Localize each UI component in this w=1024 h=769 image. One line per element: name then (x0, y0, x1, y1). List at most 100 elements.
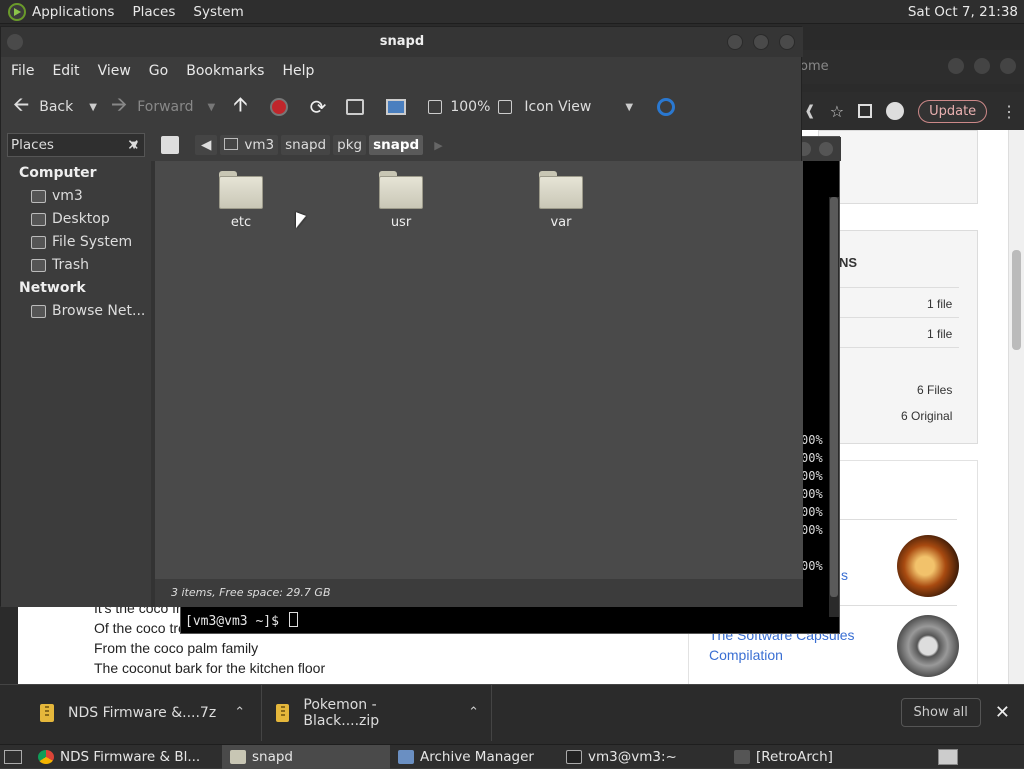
mouse-pointer-icon (296, 212, 306, 232)
progress-text: 00% (801, 433, 823, 447)
system-menu[interactable]: System (193, 4, 243, 20)
home-icon[interactable] (346, 99, 365, 115)
scrollbar-thumb[interactable] (1012, 250, 1021, 350)
breadcrumb-right-icon[interactable]: ▶ (434, 139, 442, 152)
breadcrumb-vm3[interactable]: vm3 (220, 135, 279, 155)
menu-go[interactable]: Go (149, 63, 168, 79)
related-link[interactable]: Compilation (709, 645, 783, 665)
task-chrome[interactable]: NDS Firmware & Bl... (30, 745, 222, 769)
chevron-down-icon[interactable]: ▼ (625, 102, 633, 113)
task-snapd[interactable]: snapd (222, 744, 390, 769)
search-icon[interactable] (657, 98, 676, 116)
chevron-down-icon[interactable]: ▼ (208, 102, 216, 113)
reload-icon[interactable]: ⟳ (310, 95, 327, 119)
text-line: The coconut bark for the kitchen floor (94, 660, 326, 676)
sidebar-item-label: vm3 (52, 188, 83, 204)
folder-item[interactable]: var (521, 171, 601, 230)
clock[interactable]: Sat Oct 7, 21:38 (908, 4, 1018, 20)
menu-bookmarks[interactable]: Bookmarks (186, 63, 264, 79)
share-icon[interactable]: ❰ (804, 103, 816, 119)
view-mode-select[interactable]: Icon View (524, 99, 591, 115)
folder-item[interactable]: usr (361, 171, 441, 230)
menu-file[interactable]: File (11, 63, 34, 79)
applications-menu[interactable]: Applications (32, 4, 114, 20)
download-item[interactable]: NDS Firmware &....7z ⌃ (0, 684, 262, 741)
task-label: vm3@vm3:~ (588, 748, 677, 765)
sidebar-item-vm3[interactable]: vm3 (31, 188, 83, 204)
window-title: snapd (379, 34, 425, 49)
menu-view[interactable]: View (98, 63, 131, 79)
sidebar-item-desktop[interactable]: Desktop (31, 211, 110, 227)
computer-icon[interactable] (386, 99, 407, 115)
window-menu-icon[interactable] (7, 34, 23, 50)
more-menu-icon[interactable]: ⋮ (1001, 102, 1017, 121)
file-view[interactable]: etc usr var (155, 161, 803, 579)
chevron-down-icon[interactable]: ▼ (89, 102, 97, 113)
close-icon[interactable] (779, 34, 795, 50)
drive-icon (31, 235, 46, 249)
stat-value: 6 Original (901, 409, 953, 423)
zoom-in-icon[interactable] (498, 100, 513, 114)
stop-icon[interactable] (269, 98, 288, 116)
task-archive-manager[interactable]: Archive Manager (390, 745, 558, 769)
thumbnail-image[interactable] (897, 535, 959, 597)
back-button[interactable]: 🡨 Back ▼ (13, 90, 97, 124)
page-scrollbar[interactable] (1008, 130, 1024, 708)
window-button-icon[interactable] (1000, 58, 1016, 74)
sidebar-item-label: Browse Net... (52, 303, 146, 319)
minimize-icon[interactable] (727, 34, 743, 50)
window-button-icon[interactable] (948, 58, 964, 74)
places-menu[interactable]: Places (132, 4, 175, 20)
folder-item[interactable]: etc (201, 171, 281, 230)
breadcrumb-label: vm3 (244, 137, 275, 153)
show-all-button[interactable]: Show all (900, 698, 981, 727)
breadcrumb-snapd[interactable]: snapd (281, 135, 331, 155)
terminal-scrollbar[interactable] (829, 197, 839, 617)
breadcrumb-current[interactable]: snapd (369, 135, 424, 155)
terminal-icon (566, 749, 582, 764)
breadcrumb-left-icon[interactable]: ◀ (195, 135, 218, 155)
menu-edit[interactable]: Edit (52, 63, 79, 79)
zoom-level[interactable]: 100% (450, 99, 490, 115)
back-label: Back (39, 99, 74, 115)
sidebar-item-filesystem[interactable]: File System (31, 234, 132, 250)
up-arrow-icon[interactable]: 🡩 (233, 90, 247, 124)
close-sidebar-icon[interactable]: ✕ (127, 136, 140, 154)
sidebar-item-browse-network[interactable]: Browse Net... (31, 303, 145, 319)
location-bar: ◀ vm3 snapd pkg snapd ▶ (161, 129, 803, 161)
sidebar-icon[interactable] (858, 104, 873, 118)
thumbnail-image[interactable] (897, 615, 959, 677)
profile-avatar[interactable] (886, 102, 905, 120)
update-button[interactable]: Update (918, 99, 988, 123)
terminal-prompt[interactable]: [vm3@vm3 ~]$ (185, 612, 298, 629)
chevron-up-icon[interactable]: ⌃ (234, 705, 245, 720)
workspace-switcher-icon[interactable] (938, 748, 958, 765)
zoom-out-icon[interactable] (428, 100, 443, 114)
mate-logo-icon[interactable] (8, 2, 26, 21)
card-heading: NS (839, 255, 858, 270)
chevron-up-icon[interactable]: ⌃ (468, 705, 479, 720)
window-titlebar[interactable]: snapd (1, 27, 803, 57)
maximize-icon[interactable] (753, 34, 769, 50)
archive-file-icon (276, 703, 290, 722)
star-icon[interactable]: ☆ (830, 102, 844, 121)
folder-name: usr (390, 215, 412, 230)
edit-location-icon[interactable] (161, 136, 179, 154)
scrollbar-thumb[interactable] (830, 197, 838, 597)
window-button-icon[interactable] (819, 142, 833, 156)
breadcrumb-pkg[interactable]: pkg (333, 135, 367, 155)
menu-help[interactable]: Help (282, 63, 314, 79)
sidebar-item-trash[interactable]: Trash (31, 257, 89, 273)
related-link[interactable]: s (841, 565, 848, 585)
task-retroarch[interactable]: [RetroArch] (726, 745, 926, 769)
download-item[interactable]: Pokemon - Black....zip ⌃ (262, 684, 492, 741)
sidebar-selector[interactable]: Places ▼ (7, 133, 145, 157)
forward-button[interactable]: 🡪 Forward ▼ (111, 90, 215, 124)
folder-icon (539, 171, 583, 209)
task-label: snapd (252, 748, 294, 765)
close-icon[interactable]: ✕ (995, 702, 1010, 723)
browser-tab-title[interactable]: ome (800, 59, 829, 74)
show-desktop-icon[interactable] (4, 749, 22, 764)
task-terminal[interactable]: vm3@vm3:~ (558, 745, 726, 769)
window-button-icon[interactable] (974, 58, 990, 74)
